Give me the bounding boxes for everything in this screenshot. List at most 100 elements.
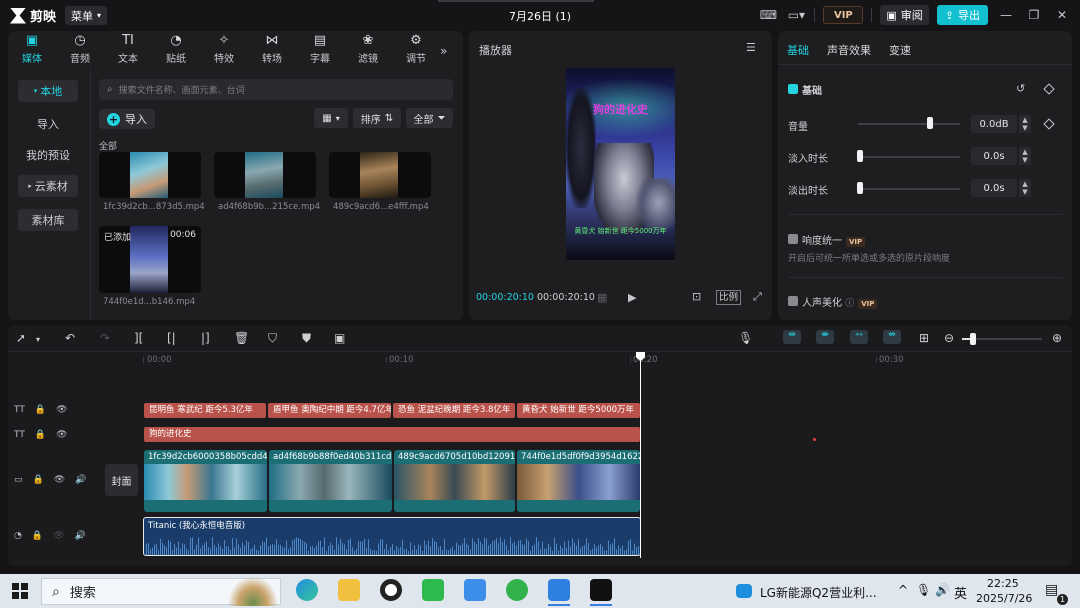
video-clip[interactable]: 744f0e1d5df0f9d3954d16220 xyxy=(517,450,640,512)
close-icon[interactable]: ✕ xyxy=(1052,6,1072,24)
chevron-down-icon[interactable]: ▾ xyxy=(36,335,40,344)
import-button[interactable]: + 导入 xyxy=(99,109,155,129)
voice-beautify-checkbox[interactable] xyxy=(788,296,798,306)
app-icon[interactable] xyxy=(548,579,570,601)
volume-slider[interactable] xyxy=(858,123,960,125)
undo-icon[interactable]: ↶ xyxy=(65,331,75,345)
fade-in-slider[interactable] xyxy=(858,156,960,158)
shield-icon[interactable]: ⛊ xyxy=(302,331,311,346)
fullscreen-icon[interactable]: ⤢ xyxy=(753,290,762,304)
chevron-up-icon[interactable]: ^ xyxy=(898,583,908,597)
text-clip[interactable]: 昆明鱼 寒武纪 距今5.3亿年 xyxy=(144,403,266,418)
sort-button[interactable]: 排序 ⇅ xyxy=(353,108,401,128)
tab-effects[interactable]: ✧ 特效 xyxy=(200,30,248,68)
fullscreen-fit-icon[interactable]: ⊡ xyxy=(692,290,701,303)
recorder-icon[interactable] xyxy=(380,579,402,601)
menu-icon[interactable]: ☰ xyxy=(746,41,756,54)
nav-import[interactable]: 导入 xyxy=(18,113,78,135)
split-icon[interactable]: ][ xyxy=(134,331,143,345)
tab-media[interactable]: ▣ 媒体 xyxy=(8,30,56,68)
play-icon[interactable]: ▶ xyxy=(628,291,636,304)
lock-icon[interactable]: 🔒 xyxy=(35,405,46,415)
preview-axis-icon[interactable]: ⇎ xyxy=(883,330,901,344)
media-item[interactable] xyxy=(329,152,431,198)
capcut-taskbar-icon[interactable] xyxy=(590,579,612,601)
time-ruler[interactable] xyxy=(143,352,1072,366)
keyboard-shortcut-icon[interactable]: ⌨ xyxy=(758,6,778,24)
magnet-snap-icon[interactable]: ⇼ xyxy=(816,330,834,344)
restore-icon[interactable]: ❐ xyxy=(1024,6,1044,24)
filter-button[interactable]: 全部 ⏷ xyxy=(406,108,453,128)
audio-clip[interactable]: Titanic (我心永恒电音版) xyxy=(143,517,641,556)
windows-start-icon[interactable] xyxy=(12,583,28,599)
volume-value[interactable]: 0.0dB xyxy=(971,115,1017,133)
file-explorer-icon[interactable] xyxy=(338,579,360,601)
tab-filter[interactable]: ❀ 滤镜 xyxy=(344,30,392,68)
link-clips-icon[interactable]: ⇹ xyxy=(783,330,801,344)
review-button[interactable]: ▣ 审阅 xyxy=(880,5,929,25)
fade-in-value[interactable]: 0.0s xyxy=(971,147,1017,165)
trim-left-icon[interactable]: [| xyxy=(167,331,176,345)
video-clip[interactable]: ad4f68b9b88f0ed40b311cd97 xyxy=(269,450,392,512)
nav-my-presets[interactable]: 我的预设 xyxy=(18,144,78,166)
tab-caption[interactable]: ▤ 字幕 xyxy=(296,30,344,68)
speaker-icon[interactable]: 🔊 xyxy=(75,531,86,541)
speaker-icon[interactable]: 🔊 xyxy=(75,475,86,485)
more-tabs-icon[interactable]: » xyxy=(440,44,447,58)
tab-audio[interactable]: ◷ 音频 xyxy=(56,30,104,68)
eye-icon[interactable]: 👁 xyxy=(56,405,67,415)
feishu-icon[interactable] xyxy=(464,579,486,601)
title-text-clip[interactable]: 狗的进化史 xyxy=(144,427,640,442)
lock-icon[interactable]: 🔒 xyxy=(32,531,43,541)
waveform-icon[interactable]: ▦ xyxy=(597,291,607,304)
image-edit-icon[interactable]: ▣ xyxy=(334,331,345,345)
taskbar-time[interactable]: 22:25 xyxy=(987,577,1019,590)
microphone-tray-icon[interactable]: 🎙 xyxy=(916,583,931,597)
reset-icon[interactable]: ↺ xyxy=(1016,82,1025,95)
fade-in-stepper[interactable]: ▲ ▼ xyxy=(1019,147,1031,165)
loudness-checkbox[interactable] xyxy=(788,234,798,244)
trim-right-icon[interactable]: |] xyxy=(201,331,210,345)
wechat-icon[interactable] xyxy=(422,579,444,601)
minimize-icon[interactable]: — xyxy=(996,6,1016,24)
zoom-slider-knob[interactable] xyxy=(970,333,976,345)
zoom-in-icon[interactable]: ⊕ xyxy=(1052,331,1062,345)
fade-out-slider[interactable] xyxy=(858,188,960,190)
nav-cloud[interactable]: ▸ 云素材 xyxy=(18,175,78,197)
text-clip[interactable]: 盾甲鱼 奥陶纪中期 距今4.7亿年 xyxy=(268,403,391,418)
text-clip[interactable]: 恐鱼 泥盆纪晚期 距今3.8亿年 xyxy=(393,403,515,418)
fade-out-slider-knob[interactable] xyxy=(857,182,863,194)
delete-icon[interactable]: 🗑 xyxy=(234,331,249,345)
view-mode-button[interactable]: ▦ ▾ xyxy=(314,108,348,128)
tab-transition[interactable]: ⋈ 转场 xyxy=(248,30,296,68)
zoom-out-icon[interactable]: ⊖ xyxy=(944,331,954,345)
tab-adjust[interactable]: ⚙ 调节 xyxy=(392,30,440,68)
media-item[interactable] xyxy=(99,152,201,198)
layout-icon[interactable]: ▭▾ xyxy=(786,6,806,24)
taskbar-date[interactable]: 2025/7/26 xyxy=(976,592,1032,605)
fade-out-value[interactable]: 0.0s xyxy=(971,179,1017,197)
lock-icon[interactable]: 🔒 xyxy=(33,475,44,485)
video-preview[interactable]: 狗的进化史 黄昏犬 始新世 距今5000万年 xyxy=(566,68,675,260)
news-notification[interactable]: LG新能源Q2营业利... xyxy=(760,584,877,601)
tab-sound-effects[interactable]: 声音效果 xyxy=(827,42,871,58)
nav-local[interactable]: ▾ 本地 xyxy=(18,80,78,102)
nav-library[interactable]: 素材库 xyxy=(18,209,78,231)
video-clip[interactable]: 1fc39d2cb6000358b05cdd442 xyxy=(144,450,267,512)
eye-icon[interactable]: 👁 xyxy=(54,475,65,485)
redo-icon[interactable]: ↷ xyxy=(100,331,110,345)
tab-sticker[interactable]: ◔ 贴纸 xyxy=(152,30,200,68)
media-item[interactable] xyxy=(214,152,316,198)
volume-slider-knob[interactable] xyxy=(927,117,933,129)
ratio-button[interactable]: 比例 xyxy=(716,290,742,305)
news-icon[interactable] xyxy=(736,584,752,598)
select-tool-icon[interactable]: ➚ xyxy=(16,331,26,345)
ime-indicator[interactable]: 英 xyxy=(954,583,967,602)
notification-icon[interactable]: ▤ xyxy=(1045,582,1058,598)
lock-icon[interactable]: 🔒 xyxy=(35,430,46,440)
export-button[interactable]: ⇪ 导出 xyxy=(936,5,988,25)
linkage-icon[interactable]: ⇿ xyxy=(850,330,868,344)
eye-icon[interactable]: 👁 xyxy=(53,531,64,541)
eye-icon[interactable]: 👁 xyxy=(56,430,67,440)
cover-button[interactable]: 封面 xyxy=(105,464,138,496)
